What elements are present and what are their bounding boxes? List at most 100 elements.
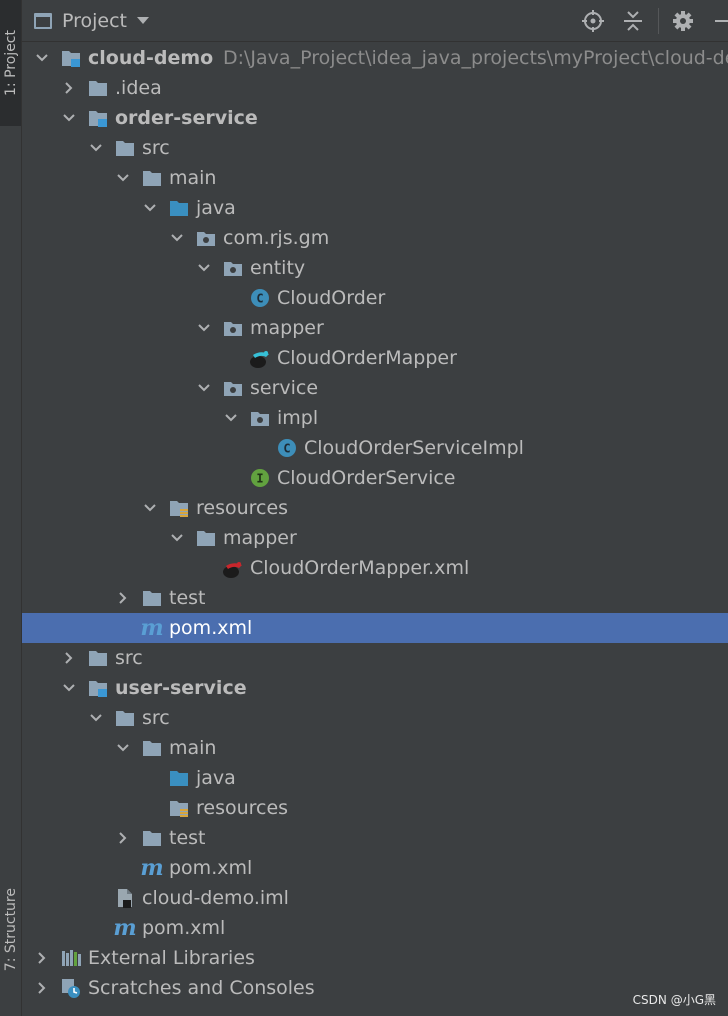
chevron-down-icon[interactable] [115, 170, 131, 186]
settings-button[interactable] [670, 8, 696, 34]
chevron-down-icon[interactable] [142, 200, 158, 216]
tree-node-label: user-service [115, 677, 247, 699]
tree-node[interactable]: user-service [22, 673, 728, 703]
tree-node-label: mapper [250, 317, 324, 339]
svg-text:m: m [141, 617, 163, 639]
tree-node-label: entity [250, 257, 306, 279]
tree-node[interactable]: m pom.xml [22, 613, 728, 643]
tree-node-label: main [169, 167, 217, 189]
tree-node-label: CloudOrder [277, 287, 386, 309]
tree-node[interactable]: java [22, 193, 728, 223]
tree-node[interactable]: m pom.xml [22, 913, 728, 943]
chevron-down-icon[interactable] [196, 380, 212, 396]
tree-node[interactable]: mapper [22, 523, 728, 553]
tree-node[interactable]: impl [22, 403, 728, 433]
chevron-down-icon[interactable] [169, 230, 185, 246]
folder-icon [114, 137, 136, 159]
tree-node-label: impl [277, 407, 319, 429]
hide-panel-button[interactable] [710, 8, 728, 34]
source-folder-icon [168, 197, 190, 219]
package-icon [249, 407, 271, 429]
tree-node[interactable]: C CloudOrderServiceImpl [22, 433, 728, 463]
tree-node[interactable]: cloud-demo.iml [22, 883, 728, 913]
project-view-title[interactable]: Project [62, 10, 127, 32]
gear-icon [673, 11, 693, 31]
chevron-down-icon[interactable] [137, 17, 150, 24]
chevron-down-icon[interactable] [88, 140, 104, 156]
chevron-down-icon[interactable] [196, 320, 212, 336]
tree-node[interactable]: resources [22, 493, 728, 523]
tree-node-label: java [196, 197, 236, 219]
tree-node[interactable]: main [22, 733, 728, 763]
tree-node[interactable]: .idea [22, 73, 728, 103]
tree-node-label: src [142, 137, 170, 159]
folder-icon [141, 167, 163, 189]
tree-node-label: java [196, 767, 236, 789]
maven-icon: m [140, 615, 163, 641]
chevron-down-icon[interactable] [61, 680, 77, 696]
folder-icon [141, 737, 163, 759]
tree-node[interactable]: test [22, 583, 728, 613]
tab-structure[interactable]: 7: Structure [0, 860, 21, 1000]
chevron-down-icon[interactable] [88, 710, 104, 726]
project-tree[interactable]: cloud-demo D:\Java_Project\idea_java_proj… [22, 43, 728, 1016]
module-path: D:\Java_Project\idea_java_projects\myPro… [223, 47, 728, 69]
package-icon [222, 377, 244, 399]
folder-icon [87, 77, 109, 99]
tree-node[interactable]: order-service [22, 103, 728, 133]
tree-node[interactable]: External Libraries [22, 943, 728, 973]
chevron-down-icon[interactable] [115, 740, 131, 756]
tab-project-label: 1: Project [2, 30, 19, 96]
chevron-right-icon[interactable] [34, 950, 50, 966]
tree-node[interactable]: mapper [22, 313, 728, 343]
tree-node-label: service [250, 377, 319, 399]
chevron-right-icon[interactable] [115, 590, 131, 606]
tree-node[interactable]: cloud-demo D:\Java_Project\idea_java_proj… [22, 43, 728, 73]
tree-node[interactable]: src [22, 643, 728, 673]
chevron-down-icon[interactable] [223, 410, 239, 426]
tree-node[interactable]: CloudOrderMapper [22, 343, 728, 373]
svg-text:C: C [256, 292, 263, 306]
tree-node[interactable]: test [22, 823, 728, 853]
chevron-down-icon[interactable] [34, 50, 50, 66]
tree-node[interactable]: src [22, 133, 728, 163]
tree-node[interactable]: main [22, 163, 728, 193]
resources-folder-icon [168, 497, 190, 519]
collapse-all-button[interactable] [620, 8, 646, 34]
tree-node-label: CloudOrderMapper [277, 347, 457, 369]
tree-node[interactable]: resources [22, 793, 728, 823]
module-icon [87, 677, 109, 699]
tree-node-label: pom.xml [142, 917, 226, 939]
tree-node[interactable]: java [22, 763, 728, 793]
module-icon [60, 47, 82, 69]
chevron-down-icon[interactable] [196, 260, 212, 276]
folder-icon [195, 527, 217, 549]
chevron-down-icon[interactable] [169, 530, 185, 546]
tree-node[interactable]: m pom.xml [22, 853, 728, 883]
tree-node-label: pom.xml [169, 857, 253, 879]
tree-node[interactable]: CloudOrderMapper.xml [22, 553, 728, 583]
tab-structure-label: 7: Structure [2, 888, 19, 972]
tree-node[interactable]: I CloudOrderService [22, 463, 728, 493]
chevron-right-icon[interactable] [61, 80, 77, 96]
tree-node[interactable]: Scratches and Consoles [22, 973, 728, 1003]
mybatis-xml-icon [222, 557, 244, 579]
tree-node[interactable]: com.rjs.gm [22, 223, 728, 253]
tree-node-label: CloudOrderServiceImpl [304, 437, 524, 459]
tree-node-label: CloudOrderMapper.xml [250, 557, 470, 579]
chevron-down-icon[interactable] [142, 500, 158, 516]
chevron-right-icon[interactable] [34, 980, 50, 996]
tree-node[interactable]: C CloudOrder [22, 283, 728, 313]
chevron-down-icon[interactable] [61, 110, 77, 126]
tree-node[interactable]: entity [22, 253, 728, 283]
source-folder-icon [168, 767, 190, 789]
libraries-icon [60, 947, 82, 969]
tree-node[interactable]: src [22, 703, 728, 733]
tab-project[interactable]: 1: Project [0, 0, 21, 126]
locate-file-button[interactable] [580, 8, 606, 34]
chevron-right-icon[interactable] [61, 650, 77, 666]
project-tool-window: 1: Project 7: Structure Project cloud-de… [0, 0, 728, 1016]
chevron-right-icon[interactable] [115, 830, 131, 846]
tree-node-label: src [142, 707, 170, 729]
tree-node[interactable]: service [22, 373, 728, 403]
